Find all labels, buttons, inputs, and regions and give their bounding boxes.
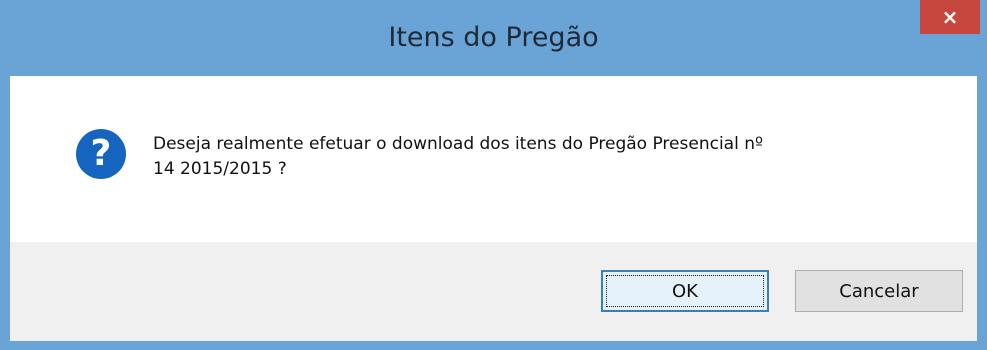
button-bar: OK Cancelar (10, 242, 977, 341)
cancel-button[interactable]: Cancelar (795, 270, 963, 312)
cancel-button-label: Cancelar (839, 280, 919, 302)
message-line-1: Deseja realmente efetuar o download dos … (153, 134, 763, 154)
message-line-2: 14 2015/2015 ? (153, 159, 287, 179)
dialog-window: Itens do Pregão × ? Deseja realmente efe… (0, 0, 987, 350)
message-area: ? Deseja realmente efetuar o download do… (10, 76, 977, 242)
dialog-body: ? Deseja realmente efetuar o download do… (10, 76, 977, 341)
close-icon: × (941, 5, 959, 29)
title-bar[interactable]: Itens do Pregão × (0, 0, 987, 76)
dialog-message: Deseja realmente efetuar o download dos … (153, 132, 943, 182)
focus-rectangle (606, 275, 764, 307)
question-glyph: ? (90, 133, 112, 174)
ok-button[interactable]: OK (601, 270, 769, 312)
question-icon: ? (76, 129, 126, 179)
dialog-title: Itens do Pregão (388, 22, 599, 53)
close-button[interactable]: × (920, 0, 980, 34)
